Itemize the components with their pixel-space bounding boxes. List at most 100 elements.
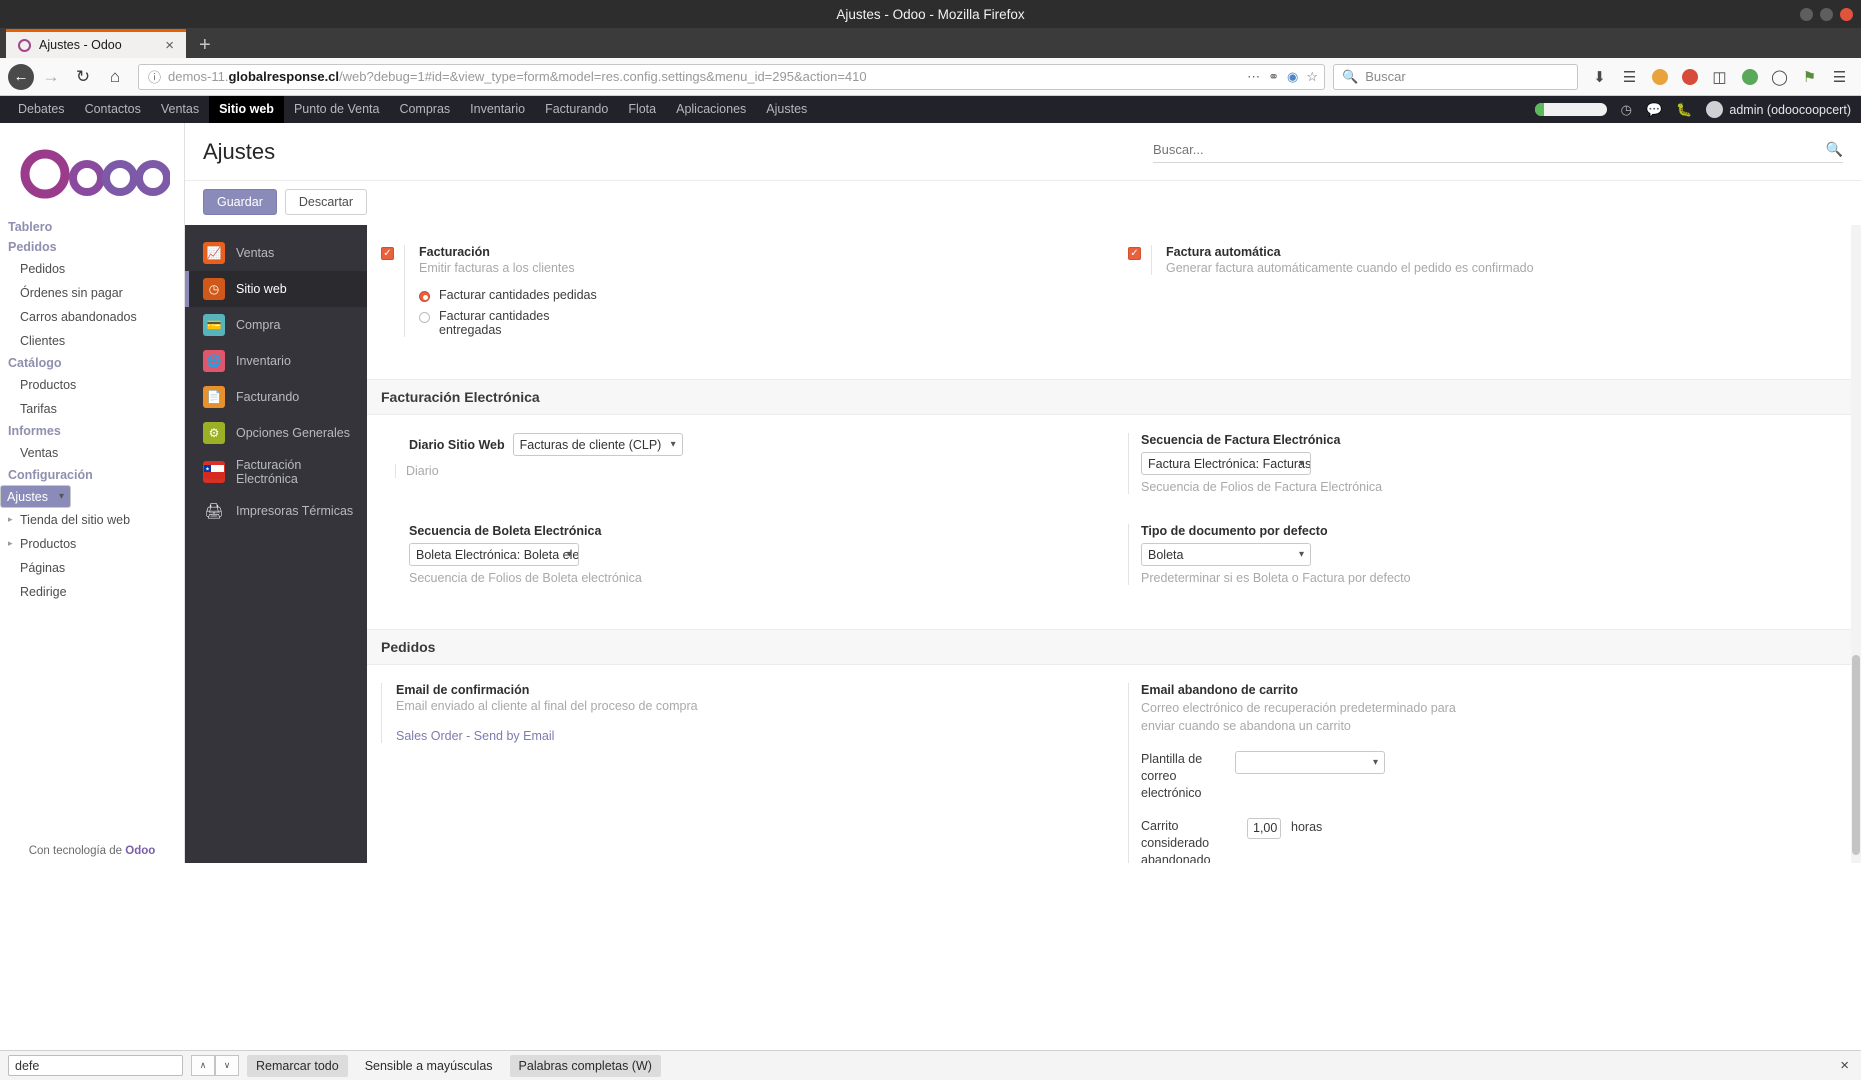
topnav-item-sitio-web[interactable]: Sitio web xyxy=(209,96,284,123)
window-minimize-button[interactable] xyxy=(1800,8,1813,21)
find-previous-button[interactable]: ∧ xyxy=(191,1055,215,1076)
billing-checkbox[interactable]: ✓ xyxy=(381,247,394,260)
secuencia-factura-select[interactable]: Factura Electrónica: Facturas c xyxy=(1141,452,1311,475)
settings-tab-facturacion-electronica[interactable]: ★ Facturación Electrónica xyxy=(185,451,367,493)
auto-invoice-checkbox[interactable]: ✓ xyxy=(1128,247,1141,260)
discard-button[interactable]: Descartar xyxy=(285,189,367,215)
sidebar-item-clientes[interactable]: Clientes xyxy=(0,329,184,353)
forward-icon[interactable]: → xyxy=(36,62,66,92)
home-icon[interactable]: ⌂ xyxy=(100,62,130,92)
topnav-item-compras[interactable]: Compras xyxy=(389,96,460,123)
sidebar-item-tarifas[interactable]: Tarifas xyxy=(0,397,184,421)
powered-by-footer: Con tecnología de Odoo xyxy=(0,845,184,857)
tipo-documento-select[interactable]: Boleta xyxy=(1141,543,1311,566)
abandoned-hours-unit: horas xyxy=(1291,820,1322,834)
sidebar-item-paginas[interactable]: Páginas xyxy=(0,556,184,580)
topnav-item-flota[interactable]: Flota xyxy=(618,96,666,123)
find-input[interactable]: defe xyxy=(8,1055,183,1076)
settings-search[interactable]: 🔍 xyxy=(1153,141,1843,163)
download-icon[interactable]: ⬇ xyxy=(1586,63,1613,90)
address-bar[interactable]: ⓘ demos-11.globalresponse.cl/web?debug=1… xyxy=(138,64,1325,90)
radio-icon[interactable] xyxy=(419,291,430,302)
sidebar-section-tablero[interactable]: Tablero xyxy=(0,217,184,237)
pocket-icon[interactable] xyxy=(1646,63,1673,90)
page-info-icon[interactable]: ⓘ xyxy=(148,67,161,86)
bookmark-star-icon[interactable]: ☆ xyxy=(1306,69,1318,85)
sidebar-item-carros-abandonados[interactable]: Carros abandonados xyxy=(0,305,184,329)
user-name-label: admin (odoocoopcert) xyxy=(1729,103,1851,117)
sidebar-item-ventas[interactable]: Ventas xyxy=(0,441,184,465)
privacy-badger-icon[interactable] xyxy=(1676,63,1703,90)
topnav-item-ajustes[interactable]: Ajustes xyxy=(756,96,817,123)
sidebar-item-productos-config[interactable]: Productos xyxy=(0,532,184,556)
search-icon[interactable]: 🔍 xyxy=(1826,141,1843,158)
email-template-select[interactable] xyxy=(1235,751,1385,774)
user-menu[interactable]: admin (odoocoopcert) xyxy=(1706,101,1851,118)
browser-tab-title: Ajustes - Odoo xyxy=(39,38,155,52)
highlight-all-button[interactable]: Remarcar todo xyxy=(247,1055,348,1077)
new-tab-button[interactable]: + xyxy=(186,35,224,55)
close-icon[interactable]: × xyxy=(163,37,176,54)
topnav-item-ventas[interactable]: Ventas xyxy=(151,96,209,123)
odoo-logo[interactable] xyxy=(0,123,184,217)
sidebar-item-ajustes[interactable]: Ajustes xyxy=(0,485,71,508)
chat-icon[interactable]: 💬 xyxy=(1646,102,1662,118)
diario-sitio-web-select[interactable]: Facturas de cliente (CLP) xyxy=(513,433,683,456)
settings-tab-sitio-web[interactable]: ◷ Sitio web xyxy=(185,271,367,307)
secuencia-boleta-select[interactable]: Boleta Electrónica: Boleta elec xyxy=(409,543,579,566)
match-case-button[interactable]: Sensible a mayúsculas xyxy=(356,1055,502,1077)
sales-order-send-by-email-link[interactable]: Sales Order - Send by Email xyxy=(396,729,1114,743)
settings-tab-label: Compra xyxy=(236,318,280,332)
content-scrollbar[interactable] xyxy=(1851,225,1861,863)
pocket-icon[interactable]: ◉ xyxy=(1287,69,1298,85)
field-label: Secuencia de Factura Electrónica xyxy=(1141,433,1861,447)
back-icon[interactable]: ← xyxy=(8,64,34,90)
puzzle-icon[interactable] xyxy=(1736,63,1763,90)
window-maximize-button[interactable] xyxy=(1820,8,1833,21)
browser-search-bar[interactable]: 🔍 Buscar xyxy=(1333,64,1578,90)
window-close-button[interactable] xyxy=(1840,8,1853,21)
sidebar-item-ordenes-sin-pagar[interactable]: Órdenes sin pagar xyxy=(0,281,184,305)
library-icon[interactable]: ☰ xyxy=(1616,63,1643,90)
page-actions-icon[interactable]: ⋯ xyxy=(1247,69,1260,85)
topnav-item-debates[interactable]: Debates xyxy=(8,96,75,123)
reload-icon[interactable]: ↻ xyxy=(68,62,98,92)
search-input[interactable] xyxy=(1153,142,1826,157)
topnav-item-inventario[interactable]: Inventario xyxy=(460,96,535,123)
account-icon[interactable]: ◯ xyxy=(1766,63,1793,90)
progress-indicator xyxy=(1535,103,1607,116)
bug-icon[interactable]: 🐛 xyxy=(1676,102,1692,118)
sidebar-icon[interactable]: ◫ xyxy=(1706,63,1733,90)
clock-icon[interactable]: ◷ xyxy=(1621,102,1632,118)
settings-tab-compra[interactable]: 💳 Compra xyxy=(185,307,367,343)
shield-icon[interactable]: ⚭ xyxy=(1268,69,1279,85)
sidebar-item-productos[interactable]: Productos xyxy=(0,373,184,397)
topnav-item-facturando[interactable]: Facturando xyxy=(535,96,618,123)
settings-tab-facturando[interactable]: 📄 Facturando xyxy=(185,379,367,415)
flag-icon[interactable]: ⚑ xyxy=(1796,63,1823,90)
radio-icon[interactable] xyxy=(419,312,430,323)
sidebar-item-pedidos[interactable]: Pedidos xyxy=(0,257,184,281)
browser-tab[interactable]: Ajustes - Odoo × xyxy=(6,29,186,58)
whole-words-button[interactable]: Palabras completas (W) xyxy=(510,1055,661,1077)
menu-icon[interactable]: ☰ xyxy=(1826,63,1853,90)
settings-tab-label: Sitio web xyxy=(236,282,287,296)
settings-tab-opciones-generales[interactable]: ⚙ Opciones Generales xyxy=(185,415,367,451)
sidebar-item-tienda-del-sitio-web[interactable]: Tienda del sitio web xyxy=(0,508,184,532)
settings-tab-impresoras-termicas[interactable]: 🖨 Impresoras Térmicas xyxy=(185,493,367,529)
billing-option: ✓ Facturación Emitir facturas a los clie… xyxy=(381,245,1114,337)
find-close-icon[interactable]: × xyxy=(1840,1057,1853,1074)
settings-tab-inventario[interactable]: 🌐 Inventario xyxy=(185,343,367,379)
topnav-item-aplicaciones[interactable]: Aplicaciones xyxy=(666,96,756,123)
save-button[interactable]: Guardar xyxy=(203,189,277,215)
billing-radio-entregadas[interactable]: Facturar cantidades entregadas xyxy=(419,309,1114,337)
abandoned-hours-input[interactable]: 1,00 xyxy=(1247,818,1281,839)
topnav-item-contactos[interactable]: Contactos xyxy=(75,96,151,123)
find-next-button[interactable]: ∨ xyxy=(215,1055,239,1076)
topnav-item-punto-de-venta[interactable]: Punto de Venta xyxy=(284,96,390,123)
billing-radio-pedidas[interactable]: Facturar cantidades pedidas xyxy=(419,288,1114,302)
settings-tab-ventas[interactable]: 📈 Ventas xyxy=(185,235,367,271)
powered-by-brand[interactable]: Odoo xyxy=(125,845,155,857)
scrollbar-thumb[interactable] xyxy=(1852,655,1860,855)
sidebar-item-redirige[interactable]: Redirige xyxy=(0,580,184,604)
